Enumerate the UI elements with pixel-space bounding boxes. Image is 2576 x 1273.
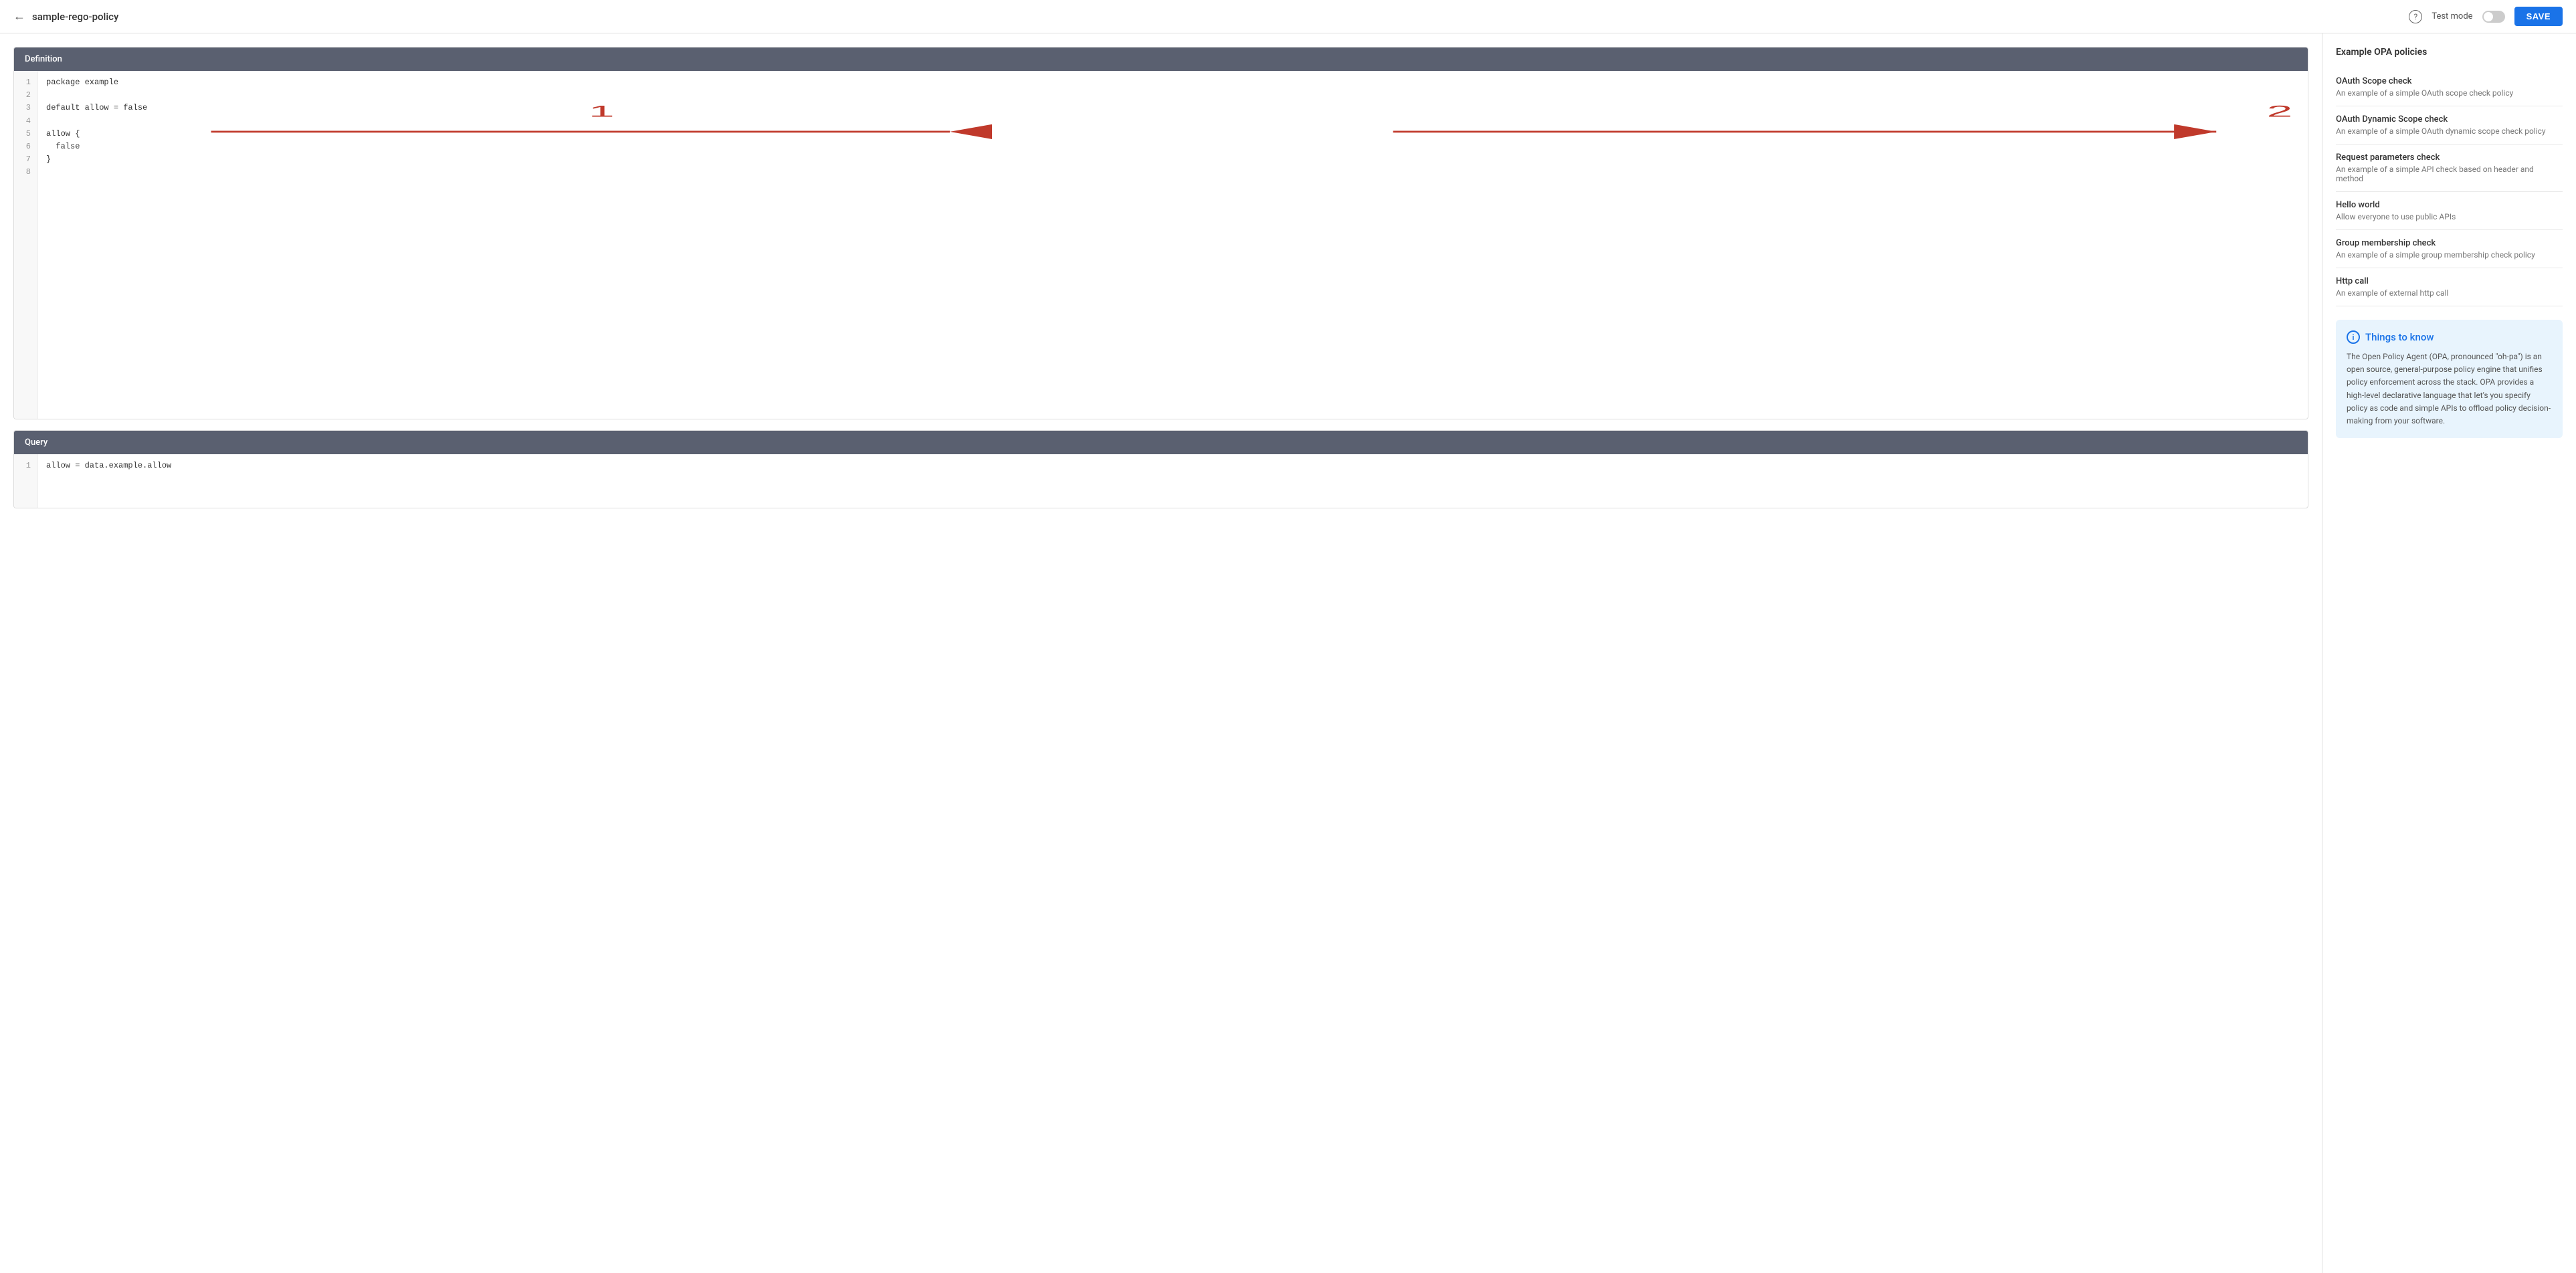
sidebar: Example OPA policies OAuth Scope check A… bbox=[2322, 33, 2576, 1273]
things-to-know-title: Things to know bbox=[2365, 331, 2434, 343]
things-to-know-header: i Things to know bbox=[2347, 330, 2552, 344]
policy-item-desc: An example of a simple OAuth dynamic sco… bbox=[2336, 126, 2563, 136]
sidebar-title: Example OPA policies bbox=[2336, 47, 2563, 58]
query-code-body[interactable]: 1 allow = data.example.allow bbox=[14, 454, 2308, 508]
test-mode-label: Test mode bbox=[2432, 11, 2472, 21]
policy-item-desc: An example of external http call bbox=[2336, 288, 2563, 298]
policy-item-desc: An example of a simple OAuth scope check… bbox=[2336, 88, 2563, 98]
definition-code-content[interactable]: package example default allow = false al… bbox=[38, 71, 2308, 419]
policy-item-http-call[interactable]: Http call An example of external http ca… bbox=[2336, 268, 2563, 306]
policy-item-group-membership[interactable]: Group membership check An example of a s… bbox=[2336, 230, 2563, 268]
main-layout: Definition 1 2 3 4 5 6 7 8 package examp… bbox=[0, 33, 2576, 1273]
page-title: sample-rego-policy bbox=[32, 11, 118, 23]
save-button[interactable]: SAVE bbox=[2514, 7, 2563, 26]
policy-item-title: OAuth Scope check bbox=[2336, 76, 2563, 86]
things-to-know-text: The Open Policy Agent (OPA, pronounced "… bbox=[2347, 351, 2552, 427]
policy-item-title: Request parameters check bbox=[2336, 153, 2563, 163]
definition-line-numbers: 1 2 3 4 5 6 7 8 bbox=[14, 71, 38, 419]
query-line-numbers: 1 bbox=[14, 454, 38, 508]
policy-item-request-params[interactable]: Request parameters check An example of a… bbox=[2336, 144, 2563, 192]
policy-item-title: OAuth Dynamic Scope check bbox=[2336, 114, 2563, 124]
policy-item-desc: An example of a simple API check based o… bbox=[2336, 165, 2563, 183]
header-left: ← sample-rego-policy bbox=[13, 9, 118, 23]
definition-header: Definition bbox=[14, 47, 2308, 71]
definition-panel: Definition 1 2 3 4 5 6 7 8 package examp… bbox=[13, 47, 2308, 419]
definition-code-body[interactable]: 1 2 3 4 5 6 7 8 package example default … bbox=[14, 71, 2308, 419]
help-icon[interactable]: ? bbox=[2409, 10, 2422, 23]
policy-item-title: Hello world bbox=[2336, 200, 2563, 210]
things-to-know-box: i Things to know The Open Policy Agent (… bbox=[2336, 320, 2563, 438]
policy-item-oauth-dynamic[interactable]: OAuth Dynamic Scope check An example of … bbox=[2336, 106, 2563, 144]
info-icon: i bbox=[2347, 330, 2360, 344]
policy-item-oauth-scope[interactable]: OAuth Scope check An example of a simple… bbox=[2336, 68, 2563, 106]
query-code-content[interactable]: allow = data.example.allow bbox=[38, 454, 2308, 508]
test-mode-toggle[interactable] bbox=[2482, 11, 2505, 23]
query-panel: Query 1 allow = data.example.allow bbox=[13, 430, 2308, 508]
policy-item-desc: Allow everyone to use public APIs bbox=[2336, 212, 2563, 221]
header-right: ? Test mode SAVE bbox=[2409, 7, 2563, 26]
query-header: Query bbox=[14, 431, 2308, 454]
policy-item-title: Http call bbox=[2336, 276, 2563, 286]
editor-area: Definition 1 2 3 4 5 6 7 8 package examp… bbox=[0, 33, 2322, 1273]
header: ← sample-rego-policy ? Test mode SAVE bbox=[0, 0, 2576, 33]
policy-item-hello-world[interactable]: Hello world Allow everyone to use public… bbox=[2336, 192, 2563, 230]
back-button[interactable]: ← bbox=[13, 9, 25, 23]
policy-item-title: Group membership check bbox=[2336, 238, 2563, 248]
policy-item-desc: An example of a simple group membership … bbox=[2336, 250, 2563, 260]
